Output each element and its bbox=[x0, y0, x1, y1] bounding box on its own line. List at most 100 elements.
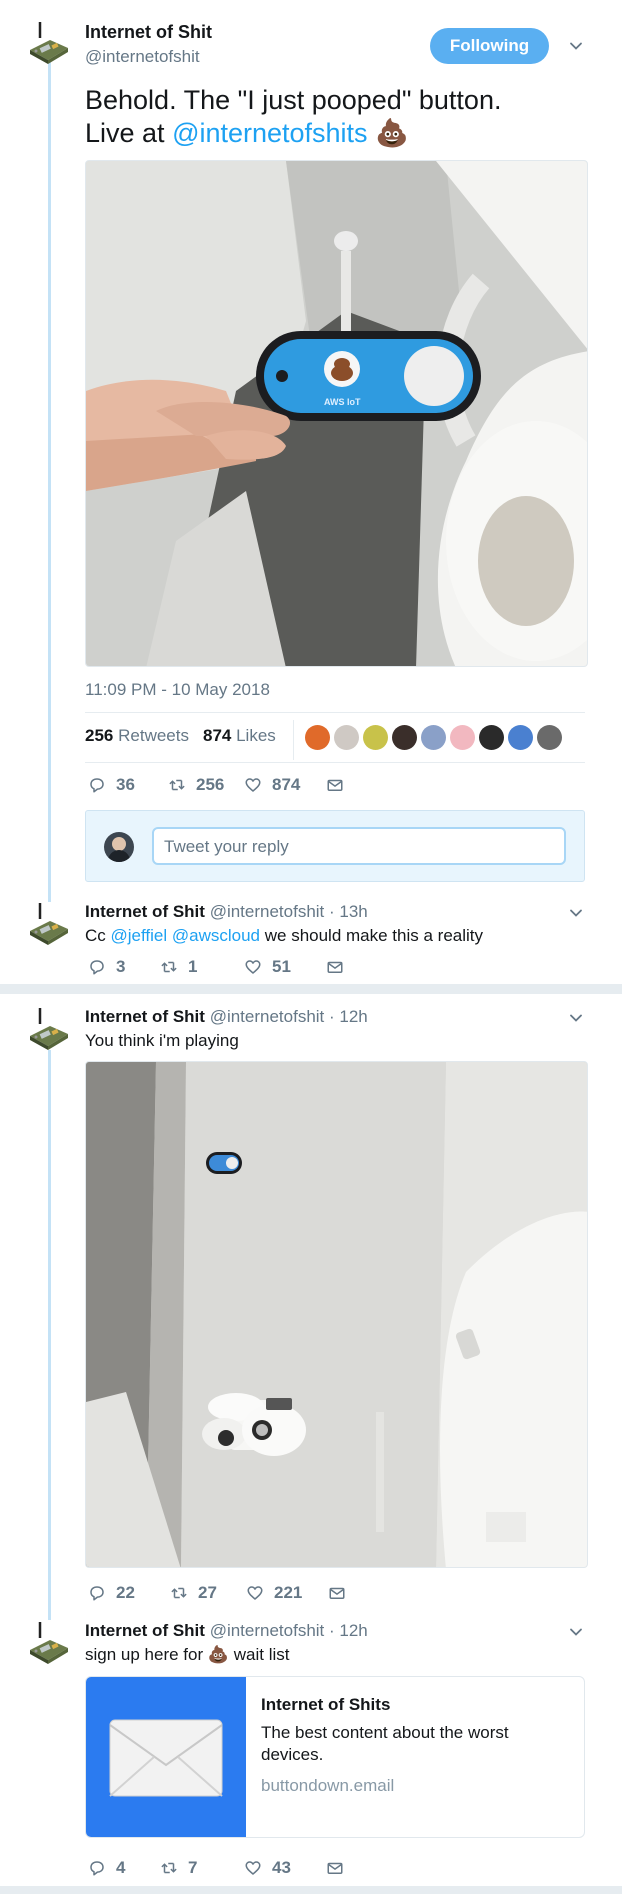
like-button[interactable]: 51 bbox=[244, 957, 326, 977]
like-button[interactable]: 874 bbox=[244, 775, 326, 795]
like-button[interactable]: 221 bbox=[246, 1583, 328, 1603]
liker-avatar[interactable] bbox=[450, 725, 475, 750]
avatar[interactable] bbox=[26, 20, 72, 66]
envelope-icon bbox=[326, 958, 344, 976]
mention-link[interactable]: @jeffiel bbox=[111, 926, 168, 945]
reply-button[interactable]: 4 bbox=[88, 1858, 160, 1878]
tweet-text-prefix: sign up here for bbox=[85, 1645, 208, 1664]
chevron-down-icon[interactable] bbox=[566, 1622, 586, 1642]
author-name[interactable]: Internet of Shit bbox=[85, 902, 205, 921]
envelope-icon bbox=[328, 1584, 346, 1602]
reply-count: 22 bbox=[116, 1583, 135, 1602]
liker-avatar[interactable] bbox=[537, 725, 562, 750]
reply-icon bbox=[88, 1859, 106, 1877]
reply-count: 4 bbox=[116, 1858, 126, 1877]
liker-avatar[interactable] bbox=[363, 725, 388, 750]
engagement-stats: 256 Retweets 874 Likes bbox=[85, 726, 276, 746]
thread-line bbox=[48, 1050, 51, 1620]
liker-avatar[interactable] bbox=[334, 725, 359, 750]
tweet-photo[interactable] bbox=[85, 1061, 588, 1568]
reply-button[interactable]: 36 bbox=[88, 775, 168, 795]
retweets-count: 256 bbox=[85, 726, 114, 745]
author-handle[interactable]: @internetofshit bbox=[210, 1621, 325, 1640]
tweet-actions: 22 27 221 bbox=[88, 1581, 356, 1605]
envelope-icon bbox=[109, 1719, 223, 1797]
timestamp[interactable]: 11:09 PM - 10 May 2018 bbox=[85, 680, 270, 700]
avatar[interactable] bbox=[26, 1006, 72, 1052]
following-button[interactable]: Following bbox=[430, 28, 549, 64]
chevron-down-icon[interactable] bbox=[566, 1008, 586, 1028]
liker-avatar[interactable] bbox=[392, 725, 417, 750]
retweet-button[interactable]: 256 bbox=[168, 775, 244, 795]
heart-icon bbox=[244, 958, 262, 976]
author-handle[interactable]: @internetofshit bbox=[85, 47, 200, 67]
tweet-text-line1: Behold. The "I just pooped" button. bbox=[85, 85, 502, 115]
direct-message-button[interactable] bbox=[326, 1859, 354, 1877]
like-button[interactable]: 43 bbox=[244, 1858, 326, 1878]
mention-link[interactable]: @internetofshits bbox=[172, 118, 368, 148]
envelope-icon bbox=[326, 776, 344, 794]
envelope-icon bbox=[326, 1859, 344, 1877]
reply-composer: Tweet your reply bbox=[85, 810, 585, 882]
chevron-down-icon[interactable] bbox=[566, 36, 586, 56]
avatar[interactable] bbox=[26, 901, 72, 947]
direct-message-button[interactable] bbox=[328, 1584, 356, 1602]
reply-button[interactable]: 3 bbox=[88, 957, 160, 977]
retweet-icon bbox=[160, 958, 178, 976]
link-card[interactable]: Internet of Shits The best content about… bbox=[85, 1676, 585, 1838]
retweet-button[interactable]: 27 bbox=[170, 1583, 246, 1603]
tweet-header: Internet of Shit @internetofshit · 12h bbox=[85, 1007, 368, 1027]
author-name[interactable]: Internet of Shit bbox=[85, 22, 212, 43]
tweet-header: Internet of Shit @internetofshit · 12h bbox=[85, 1621, 368, 1641]
direct-message-button[interactable] bbox=[326, 776, 354, 794]
retweet-icon bbox=[168, 776, 186, 794]
poop-emoji-icon: 💩 bbox=[375, 118, 409, 148]
author-handle[interactable]: @internetofshit bbox=[210, 902, 325, 921]
author-name[interactable]: Internet of Shit bbox=[85, 1007, 205, 1026]
card-domain: buttondown.email bbox=[261, 1776, 395, 1795]
heart-icon bbox=[246, 1584, 264, 1602]
author-handle[interactable]: @internetofshit bbox=[210, 1007, 325, 1026]
author-name[interactable]: Internet of Shit bbox=[85, 1621, 205, 1640]
photo-bathroom-button bbox=[86, 1062, 587, 1567]
tweet-text-prefix: Cc bbox=[85, 926, 111, 945]
tweet-time[interactable]: · 12h bbox=[329, 1007, 368, 1026]
tweet-text: Behold. The "I just pooped" button. Live… bbox=[85, 84, 501, 150]
chevron-down-icon[interactable] bbox=[566, 903, 586, 923]
tweet-time[interactable]: · 12h bbox=[329, 1621, 368, 1640]
tweet-header: Internet of Shit @internetofshit · 13h bbox=[85, 902, 368, 922]
tweet-time[interactable]: · 13h bbox=[329, 902, 368, 921]
liker-avatar[interactable] bbox=[421, 725, 446, 750]
divider bbox=[85, 712, 585, 713]
user-avatar[interactable] bbox=[104, 832, 134, 862]
thread-line bbox=[48, 62, 51, 902]
retweet-icon bbox=[170, 1584, 188, 1602]
retweet-button[interactable]: 1 bbox=[160, 957, 244, 977]
mention-link[interactable]: @awscloud bbox=[172, 926, 260, 945]
retweets-stat[interactable]: 256 Retweets bbox=[85, 726, 189, 746]
liker-avatar[interactable] bbox=[305, 725, 330, 750]
retweet-count: 1 bbox=[188, 957, 198, 976]
retweet-button[interactable]: 7 bbox=[160, 1858, 244, 1878]
liker-avatars bbox=[305, 725, 562, 750]
poop-emoji-icon: 💩 bbox=[207, 1645, 230, 1664]
tweet-actions: 36 256 874 bbox=[88, 773, 354, 797]
retweet-count: 7 bbox=[188, 1858, 198, 1877]
likes-stat[interactable]: 874 Likes bbox=[203, 726, 276, 746]
liker-avatar[interactable] bbox=[508, 725, 533, 750]
tweet-text: sign up here for 💩 wait list bbox=[85, 1643, 290, 1667]
liker-avatar[interactable] bbox=[479, 725, 504, 750]
tweet-text-suffix: wait list bbox=[229, 1645, 290, 1664]
tweet-actions: 3 1 51 bbox=[88, 955, 354, 979]
divider bbox=[85, 762, 585, 763]
retweet-icon bbox=[160, 1859, 178, 1877]
reply-input[interactable]: Tweet your reply bbox=[152, 827, 566, 865]
reply-button[interactable]: 22 bbox=[88, 1583, 170, 1603]
direct-message-button[interactable] bbox=[326, 958, 354, 976]
retweet-count: 27 bbox=[198, 1583, 217, 1602]
section-separator bbox=[0, 1886, 622, 1894]
divider bbox=[293, 720, 294, 760]
card-description: The best content about the worst devices… bbox=[261, 1723, 509, 1764]
tweet-photo[interactable]: AWS IoT bbox=[85, 160, 588, 667]
avatar[interactable] bbox=[26, 1620, 72, 1666]
